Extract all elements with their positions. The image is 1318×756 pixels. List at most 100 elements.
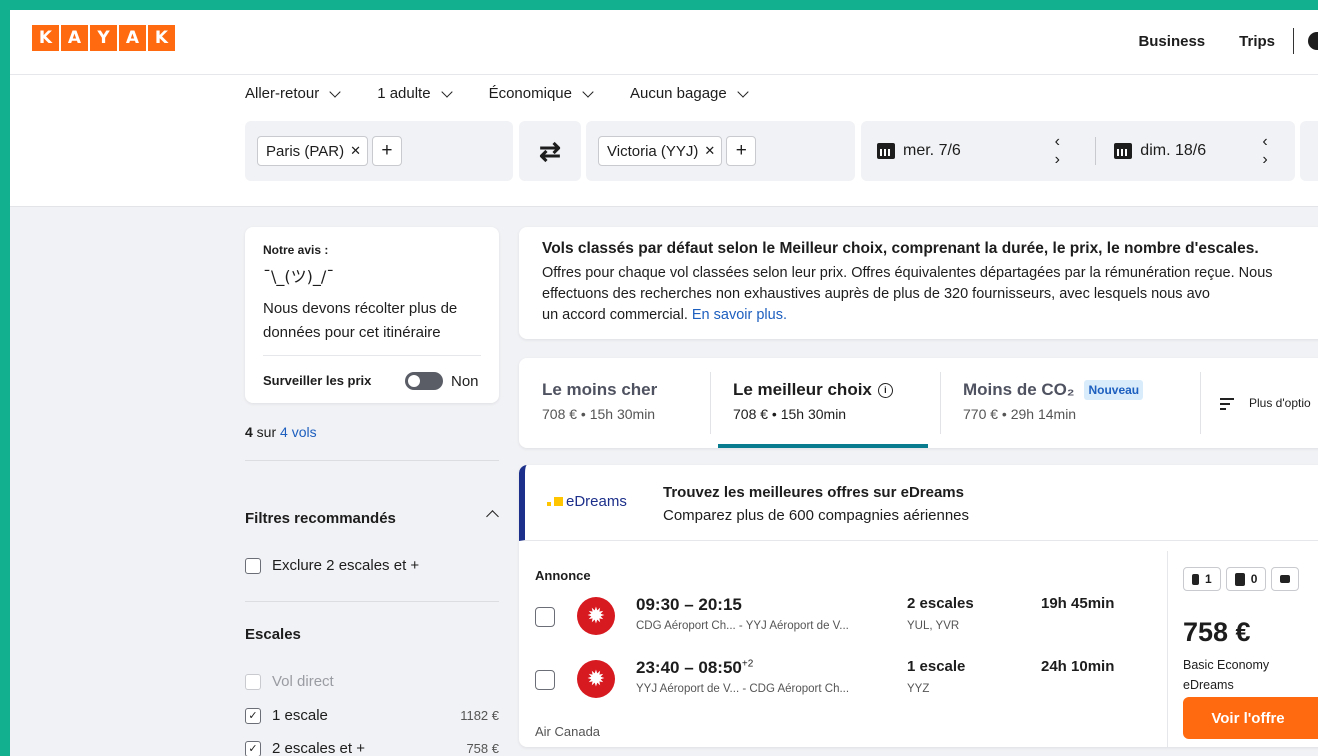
- baggage-icons: 1 0: [1183, 567, 1300, 591]
- nav-business[interactable]: Business: [1138, 33, 1205, 50]
- logo-letter: Y: [90, 25, 117, 51]
- tab-subtitle: 770 € • 29h 14min: [963, 406, 1077, 422]
- logo-letter: K: [148, 25, 175, 51]
- tab-title-wrap: Le meilleur choix i: [733, 380, 893, 400]
- advice-shrug: ¯\_(ツ)_/¯: [263, 267, 335, 286]
- origin-chip: Paris (PAR) ✕: [257, 136, 368, 166]
- personal-item-badge: 1: [1183, 567, 1221, 591]
- view-deal-button[interactable]: Voir l'offre: [1183, 697, 1318, 739]
- destination-value: Victoria (YYJ): [607, 142, 699, 160]
- nav-trips[interactable]: Trips: [1239, 33, 1275, 50]
- compare-checkbox[interactable]: [535, 670, 555, 690]
- kayak-logo[interactable]: K A Y A K: [32, 25, 175, 51]
- account-icon[interactable]: [1308, 32, 1318, 50]
- carry-on-badge: 0: [1225, 567, 1267, 591]
- active-tab-indicator: [718, 444, 928, 448]
- filter-exclude-2-stops[interactable]: Exclure 2 escales et +: [245, 557, 499, 574]
- banner-body: Offres pour chaque vol classées selon le…: [542, 263, 1318, 326]
- results-total-link[interactable]: 4 vols: [280, 424, 317, 440]
- tab-title-wrap: Moins de CO₂ Nouveau: [963, 380, 1144, 400]
- swap-button[interactable]: ⇄: [519, 121, 581, 181]
- leg-stops: 1 escale: [907, 658, 966, 675]
- tab-best[interactable]: Le meilleur choix i 708 € • 15h 30min: [733, 380, 893, 422]
- tab-subtitle: 708 € • 15h 30min: [733, 406, 847, 422]
- price-alert-label: Surveiller les prix: [263, 373, 372, 388]
- chevron-down-icon: [737, 85, 749, 98]
- depart-date-value: mer. 7/6: [903, 142, 961, 159]
- advice-label: Notre avis :: [263, 243, 329, 257]
- tab-title: Le moins cher: [542, 380, 658, 399]
- calendar-icon: [1114, 143, 1133, 159]
- travelers-select[interactable]: 1 adulte: [377, 85, 453, 102]
- destination-field[interactable]: Victoria (YYJ) ✕ +: [586, 121, 855, 181]
- stops-filter-title: Escales: [245, 626, 301, 643]
- calendar-icon: [877, 143, 895, 159]
- air-canada-maple-icon: ✹: [577, 660, 615, 698]
- new-badge: Nouveau: [1084, 380, 1144, 400]
- return-date-arrows[interactable]: ‹ ›: [1262, 133, 1295, 169]
- leg-stops: 2 escales: [907, 595, 974, 612]
- tab-subtitle: 708 € • 15h 30min: [542, 406, 656, 422]
- edreams-brand: eDreams: [566, 493, 627, 510]
- divider: [940, 372, 941, 434]
- bag-count: 0: [1250, 572, 1258, 586]
- tab-cheapest[interactable]: Le moins cher 708 € • 15h 30min: [542, 380, 657, 422]
- logo-letter: A: [61, 25, 88, 51]
- search-form: Aller-retour 1 adulte Économique Aucun b…: [10, 75, 1318, 207]
- trip-type-select[interactable]: Aller-retour: [245, 85, 341, 102]
- remove-origin-icon[interactable]: ✕: [350, 143, 361, 159]
- sort-tabs: Le moins cher 708 € • 15h 30min Le meill…: [519, 358, 1318, 448]
- chevron-up-icon[interactable]: [486, 510, 499, 523]
- search-submit-edge[interactable]: [1300, 121, 1318, 181]
- baggage-select[interactable]: Aucun bagage: [629, 85, 749, 102]
- dates-field: mer. 7/6 ‹ › dim. 18/6 ‹ ›: [861, 121, 1295, 181]
- recommended-filters-title[interactable]: Filtres recommandés: [245, 510, 396, 527]
- sort-options-icon[interactable]: [1220, 398, 1234, 413]
- leg-via: YYZ: [907, 683, 930, 695]
- outbound-leg: ✹ 09:30 – 20:15 CDG Aéroport Ch... - YYJ…: [535, 595, 1165, 639]
- origin-field[interactable]: Paris (PAR) ✕ +: [245, 121, 513, 181]
- leg-times: 23:40 – 08:50+2: [636, 658, 753, 678]
- filter-label: 2 escales et +: [272, 740, 365, 756]
- more-sort-options[interactable]: Plus d'optio: [1249, 396, 1311, 410]
- banner-body-end: un accord commercial.: [542, 307, 692, 323]
- chevron-down-icon: [440, 85, 453, 98]
- leg-airports: CDG Aéroport Ch... - YYJ Aéroport de V..…: [636, 620, 849, 632]
- tab-title: Moins de CO₂: [963, 380, 1075, 399]
- divider: [245, 601, 499, 602]
- logo-letter: K: [32, 25, 59, 51]
- airline-name: Air Canada: [535, 724, 601, 739]
- checkbox[interactable]: [245, 557, 261, 574]
- option-label: 1 adulte: [377, 85, 431, 102]
- info-icon[interactable]: i: [877, 382, 893, 398]
- remove-destination-icon[interactable]: ✕: [704, 143, 715, 159]
- cabin-class-select[interactable]: Économique: [489, 85, 594, 102]
- filter-label: Vol direct: [272, 673, 334, 690]
- app-frame: K A Y A K Business Trips Aller-retour 1 …: [10, 10, 1318, 756]
- advice-card: Notre avis : ¯\_(ツ)_/¯ Nous devons récol…: [245, 227, 499, 403]
- filter-price: 1182 €: [460, 708, 499, 723]
- learn-more-link[interactable]: En savoir plus.: [692, 307, 787, 323]
- checkbox-checked[interactable]: ✓: [245, 707, 261, 724]
- price-alert-toggle[interactable]: [405, 372, 443, 390]
- depart-date[interactable]: mer. 7/6: [877, 142, 1055, 160]
- add-origin-button[interactable]: +: [371, 136, 402, 166]
- leg-times: 09:30 – 20:15: [636, 595, 742, 615]
- checkbox: [245, 673, 261, 690]
- tab-low-co2[interactable]: Moins de CO₂ Nouveau 770 € • 29h 14min: [963, 380, 1144, 422]
- top-nav: Business Trips: [1138, 28, 1318, 54]
- filter-2-stops[interactable]: ✓ 2 escales et + 758 €: [245, 740, 499, 756]
- edreams-ad-banner[interactable]: eDreams Trouvez les meilleures offres su…: [519, 465, 1318, 541]
- option-label: Aller-retour: [245, 85, 320, 102]
- compare-checkbox[interactable]: [535, 607, 555, 627]
- filter-label: 1 escale: [272, 707, 328, 724]
- bag-count: 1: [1205, 572, 1212, 586]
- depart-date-arrows[interactable]: ‹ ›: [1055, 133, 1088, 169]
- option-label: Aucun bagage: [629, 85, 727, 102]
- checkbox-checked[interactable]: ✓: [245, 740, 261, 756]
- advice-message: Nous devons récolter plus de données pou…: [263, 300, 458, 341]
- return-date[interactable]: dim. 18/6: [1114, 142, 1262, 160]
- leg-time: 09:30 – 20:15: [636, 595, 742, 614]
- filter-1-stop[interactable]: ✓ 1 escale 1182 €: [245, 707, 499, 724]
- add-destination-button[interactable]: +: [726, 136, 757, 166]
